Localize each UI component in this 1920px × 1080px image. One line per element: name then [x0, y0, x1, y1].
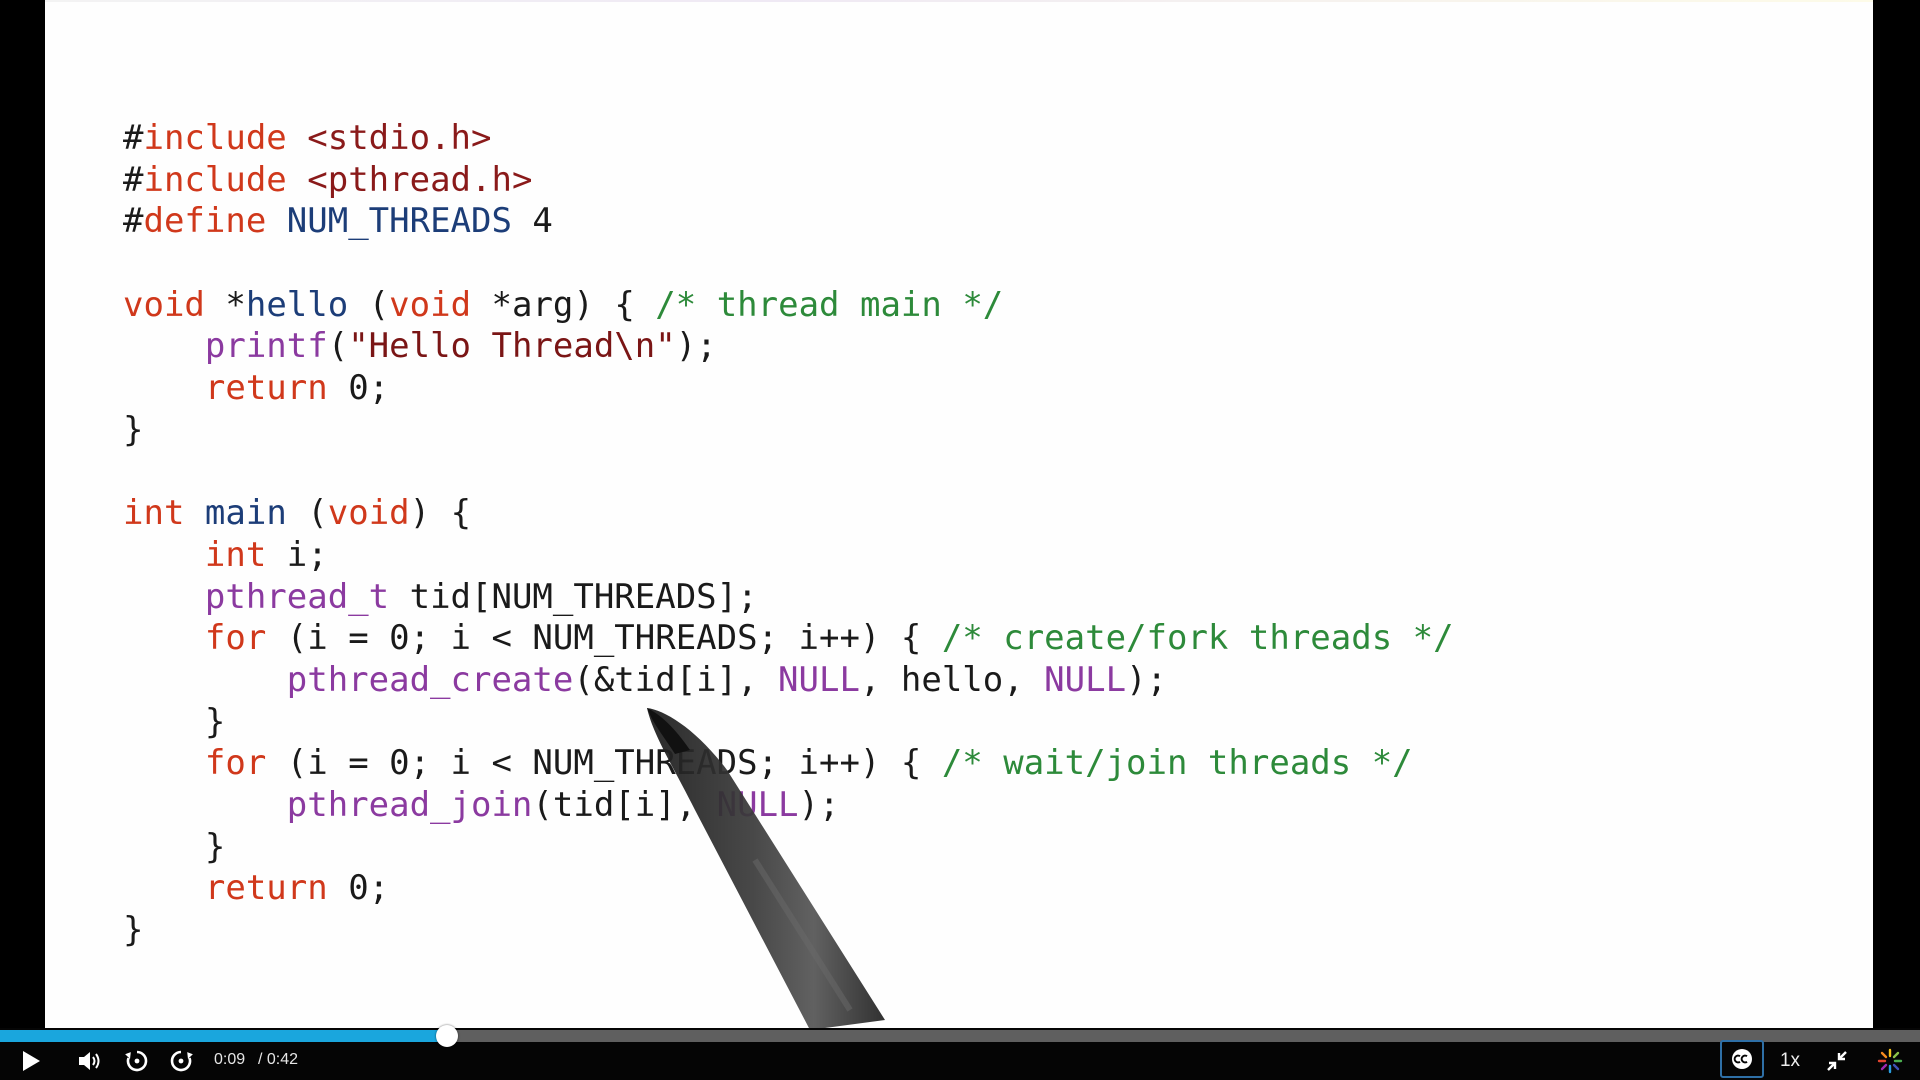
loading-indicator: [1872, 1044, 1908, 1078]
code-token: #: [123, 118, 144, 158]
play-button[interactable]: [14, 1044, 48, 1078]
code-token: #: [123, 201, 144, 242]
code-line: for (i = 0; i < NUM_THREADS; i++) { /* c…: [123, 618, 1454, 660]
code-token: return: [204, 368, 328, 409]
code-token: include: [143, 159, 287, 200]
code-token: (i = 0; i < NUM_THREADS; i++) {: [266, 618, 942, 659]
code-token: <pthread.h>: [286, 159, 533, 200]
code-token: pthread_join: [286, 785, 533, 825]
code-token: /* create/fork threads */: [941, 618, 1454, 659]
video-frame[interactable]: #include <stdio.h> #include <pthread.h> #d…: [0, 0, 1920, 1028]
code-token: ) {: [409, 493, 472, 534]
code-line: }: [123, 410, 1454, 452]
code-token: 0;: [327, 368, 390, 409]
closed-captions-button[interactable]: [1720, 1040, 1764, 1078]
code-token: #: [123, 159, 144, 200]
closed-captions-icon: [1732, 1049, 1752, 1069]
code-token: for: [204, 618, 267, 659]
duration: / 0:42: [258, 1051, 299, 1068]
code-token: *: [204, 284, 246, 325]
code-token: (: [286, 493, 328, 534]
rewind-button[interactable]: [120, 1044, 154, 1078]
rewind-icon: [125, 1050, 148, 1072]
volume-button[interactable]: [72, 1044, 108, 1078]
code-token: tid[NUM_THREADS];: [389, 576, 758, 617]
code-token: i;: [266, 534, 328, 575]
code-token: return: [204, 868, 328, 909]
exit-fullscreen-button[interactable]: [1820, 1044, 1854, 1078]
code-token: 4: [511, 201, 553, 242]
code-token: define: [143, 201, 267, 242]
code-token: void: [327, 493, 410, 534]
code-line: pthread_t tid[NUM_THREADS];: [123, 577, 1454, 619]
code-token: "Hello Thread\n": [348, 326, 676, 367]
code-token: void: [389, 284, 472, 325]
code-token: <stdio.h>: [286, 118, 492, 158]
play-icon: [23, 1051, 40, 1071]
code-token: }: [123, 910, 144, 951]
exit-fullscreen-icon: [1827, 1051, 1847, 1071]
seek-bar-handle[interactable]: [436, 1025, 458, 1047]
code-token: void: [123, 284, 205, 325]
code-token: }: [123, 701, 226, 742]
code-token: }: [123, 826, 226, 867]
code-token: }: [123, 409, 144, 450]
code-token: int: [123, 493, 185, 534]
slide-top-border: [45, 0, 1873, 2]
code-token: include: [143, 118, 287, 158]
playback-speed-button[interactable]: 1x: [1772, 1044, 1808, 1078]
code-token: pthread_create: [286, 659, 574, 700]
code-token: );: [675, 326, 717, 367]
code-token: );: [1126, 659, 1168, 700]
pen-pointer-icon: [647, 708, 885, 1028]
volume-icon: [79, 1052, 100, 1070]
code-token: (: [348, 284, 390, 325]
code-token: NUM_THREADS: [266, 201, 512, 242]
code-line: return 0;: [123, 368, 1454, 410]
code-token: /* wait/join threads */: [941, 743, 1413, 784]
code-token: for: [204, 743, 267, 784]
code-token: (: [327, 326, 349, 367]
code-token: /* thread main */: [655, 284, 1004, 325]
code-token: int: [204, 534, 267, 575]
seek-bar-played: [0, 1030, 447, 1042]
code-line: #include <stdio.h>: [123, 118, 1454, 160]
code-token: *arg) {: [471, 284, 656, 325]
code-token: printf: [204, 326, 328, 367]
code-token: pthread_t: [204, 576, 390, 617]
lecture-slide: #include <stdio.h> #include <pthread.h> #d…: [45, 0, 1873, 1028]
loading-spinner-icon: [1877, 1048, 1903, 1074]
seek-bar[interactable]: [0, 1025, 1920, 1047]
code-token: main: [204, 493, 287, 534]
current-time: 0:09: [214, 1051, 246, 1068]
forward-icon: [170, 1050, 193, 1072]
code-line: int i;: [123, 535, 1454, 577]
code-line: void *hello (void *arg) { /* thread main…: [123, 285, 1454, 327]
code-line: #include <pthread.h>: [123, 160, 1454, 202]
code-token: NULL: [1044, 659, 1127, 700]
code-line: int main (void) {: [123, 493, 1454, 535]
playback-speed-label: 1x: [1779, 1050, 1801, 1071]
code-token: hello: [245, 284, 349, 325]
code-line: printf("Hello Thread\n");: [123, 326, 1454, 368]
code-token: 0;: [327, 868, 390, 909]
code-line: #define NUM_THREADS 4: [123, 201, 1454, 243]
forward-button[interactable]: [164, 1044, 198, 1078]
